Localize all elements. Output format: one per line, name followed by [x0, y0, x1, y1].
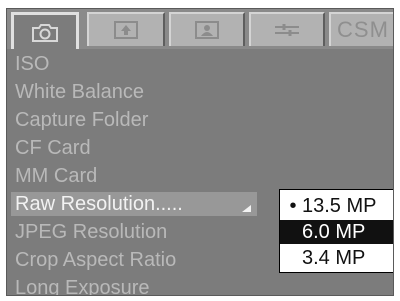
menu-item-capture-folder[interactable]: Capture Folder — [15, 108, 255, 132]
menu-item-crop-aspect-ratio[interactable]: Crop Aspect Ratio — [15, 248, 255, 272]
option-3-4-mp[interactable]: 3.4 MP — [280, 246, 393, 270]
tab-csm-label: CSM — [337, 17, 389, 42]
selected-bullet-icon: • — [289, 195, 297, 217]
option-13-5-mp[interactable]: • 13.5 MP — [280, 194, 393, 218]
option-6-0-mp[interactable]: 6.0 MP — [280, 220, 393, 244]
option-label: 13.5 MP — [302, 195, 377, 217]
menu-item-mm-card[interactable]: MM Card — [15, 164, 255, 188]
menu-item-white-balance[interactable]: White Balance — [15, 80, 255, 104]
option-label: 6.0 MP — [302, 221, 366, 243]
menu-item-raw-resolution[interactable]: Raw Resolution..... — [11, 192, 257, 216]
option-label: 3.4 MP — [302, 247, 366, 269]
wrench-icon — [272, 19, 302, 41]
camera-icon — [30, 21, 60, 43]
raw-resolution-popup: • 13.5 MP 6.0 MP 3.4 MP — [279, 189, 393, 273]
tab-csm[interactable]: CSM — [329, 12, 393, 46]
tab-playback[interactable] — [87, 12, 165, 46]
menu-item-long-exposure[interactable]: Long Exposure — [15, 276, 255, 295]
menu-item-raw-resolution-label: Raw Resolution..... — [15, 193, 183, 215]
tab-bar: CSM — [7, 9, 393, 49]
menu-item-jpeg-resolution[interactable]: JPEG Resolution — [15, 220, 255, 244]
tab-tools[interactable] — [249, 12, 325, 46]
upload-card-icon — [112, 19, 140, 41]
tab-user[interactable] — [169, 12, 245, 46]
submenu-arrow-icon — [242, 205, 251, 212]
menu-item-iso[interactable]: ISO — [15, 52, 255, 76]
tab-camera[interactable] — [11, 12, 79, 49]
menu-item-cf-card[interactable]: CF Card — [15, 136, 255, 160]
camera-menu-screen: CSM ISO White Balance Capture Folder CF … — [6, 8, 394, 296]
person-card-icon — [193, 19, 221, 41]
